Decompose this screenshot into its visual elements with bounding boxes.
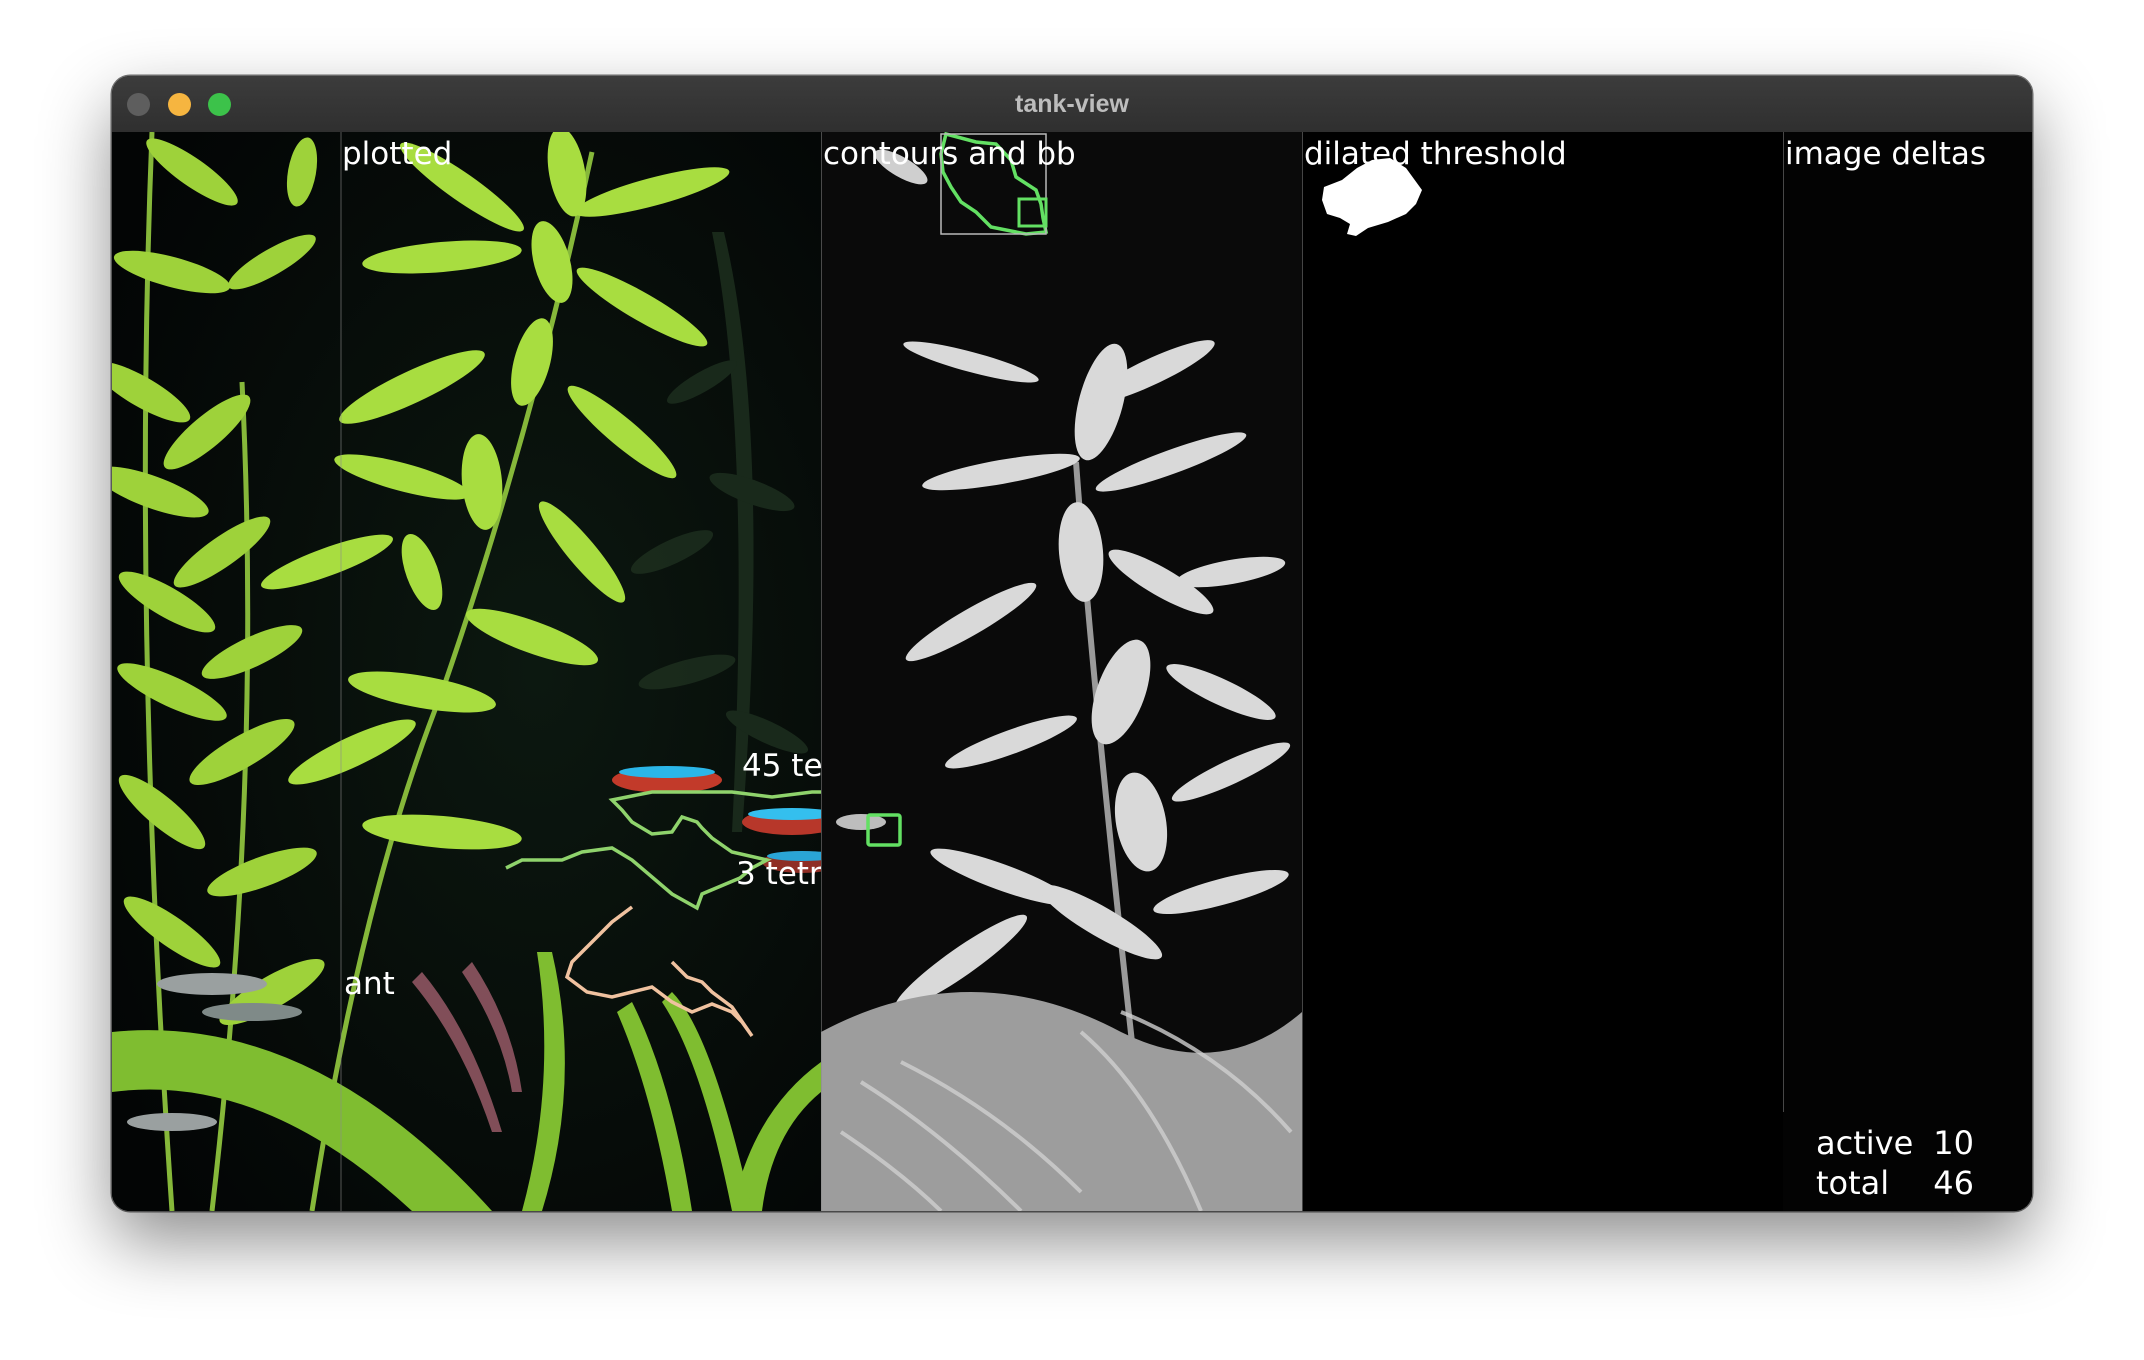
active-label: active xyxy=(1816,1124,1914,1162)
threshold-scene xyxy=(1302,132,1422,1211)
deltas-scene xyxy=(1783,132,2032,1211)
video-canvas: plotted ant 45 te 3 tetr contours and bb… xyxy=(112,132,2032,1211)
plotted-label: plotted xyxy=(342,136,453,172)
contours-label: contours and bb xyxy=(823,136,1076,172)
total-value: 46 xyxy=(1933,1164,1974,1202)
stats-counter: active 10 total 46 xyxy=(1816,1123,1974,1203)
deltas-panel: image deltas active 10 total 46 xyxy=(1783,132,2032,1211)
contours-scene xyxy=(821,132,1302,1211)
title-bar: tank-view xyxy=(112,76,2032,133)
threshold-label: dilated threshold xyxy=(1304,136,1567,172)
track-label-left: ant xyxy=(344,966,395,1002)
contours-panel: contours and bb xyxy=(821,132,1302,1211)
plotted-panel: plotted ant 45 te 3 tetr xyxy=(112,132,821,1211)
track-label-upper: 45 te xyxy=(742,748,821,784)
track-label-lower: 3 tetr xyxy=(736,856,821,892)
window-title: tank-view xyxy=(1015,90,1129,118)
active-row: active 10 xyxy=(1816,1123,1974,1163)
threshold-panel: dilated threshold xyxy=(1302,132,1783,1211)
app-window: tank-view plotted ant 45 te 3 tetr conto… xyxy=(112,76,2032,1211)
total-label: total xyxy=(1816,1164,1890,1202)
plotted-scene xyxy=(112,132,821,1211)
total-row: total 46 xyxy=(1816,1163,1974,1203)
deltas-label: image deltas xyxy=(1785,136,1987,172)
active-value: 10 xyxy=(1933,1124,1974,1162)
